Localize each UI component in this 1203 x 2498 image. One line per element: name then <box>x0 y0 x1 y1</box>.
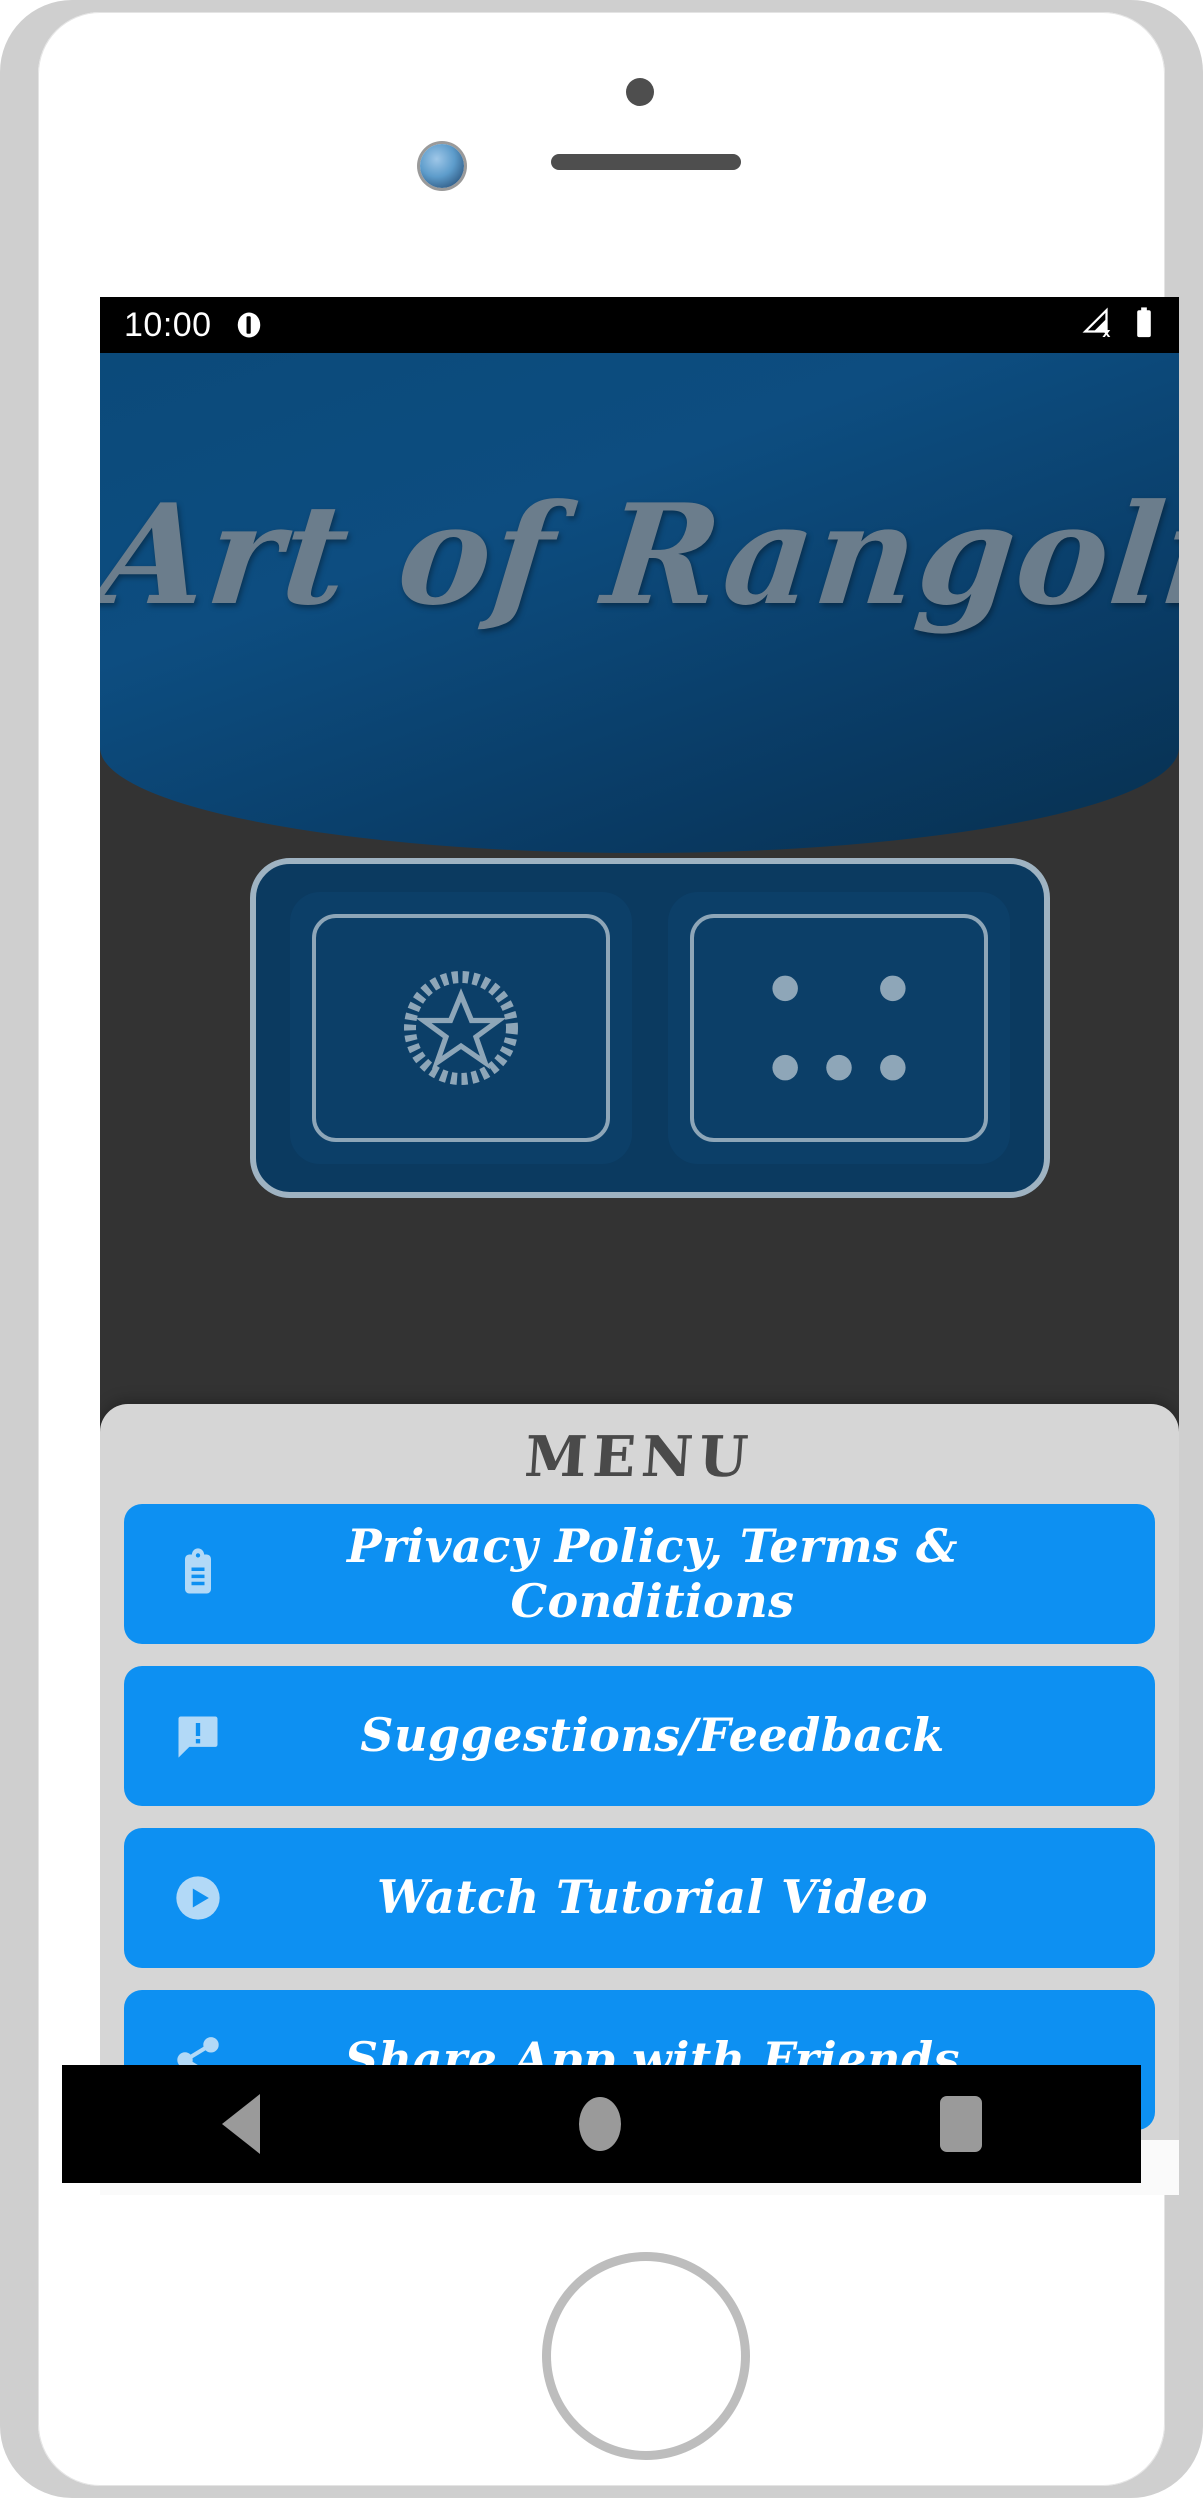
menu-item-label: Watch Tutorial Video <box>376 1870 929 1925</box>
menu-heading: MENU <box>522 1424 756 1490</box>
dot-grid-icon <box>690 914 988 1142</box>
menu-item-watch-tutorial-video[interactable]: Watch Tutorial Video <box>124 1828 1155 1968</box>
earpiece-speaker-grille <box>551 154 741 170</box>
clipboard-icon <box>150 1548 246 1600</box>
front-camera-lens <box>420 144 464 188</box>
rangoli-tile-row <box>250 858 1050 1198</box>
play-circle-icon <box>150 1872 246 1924</box>
proximity-sensor-dot <box>626 78 654 106</box>
rangoli-tile-dots[interactable] <box>668 892 1010 1164</box>
nav-home-button[interactable] <box>578 2097 621 2151</box>
app-title: Art of Rangoli <box>100 473 1179 636</box>
triangle-back-icon <box>221 2094 260 2154</box>
phone-screen: 10:00 x Art of Rangoli MENU Privacy Poli… <box>100 297 1179 2195</box>
rangoli-tile-star[interactable] <box>290 892 632 1164</box>
app-notification-icon <box>234 310 264 340</box>
menu-item-label: Privacy Policy, Terms & Conditions <box>346 1518 958 1628</box>
square-recents-icon <box>939 2096 982 2152</box>
status-bar-icons: x <box>1081 306 1155 344</box>
menu-item-suggestions-feedback[interactable]: Suggestions/Feedback <box>124 1666 1155 1806</box>
status-bar-clock: 10:00 <box>124 305 212 344</box>
home-button[interactable] <box>542 2252 750 2460</box>
nav-recents-button[interactable] <box>939 2096 982 2152</box>
app-header-banner: Art of Rangoli <box>100 353 1179 853</box>
status-bar: 10:00 x <box>100 297 1179 353</box>
android-nav-bar <box>62 2065 1141 2183</box>
starburst-star-icon <box>312 914 610 1142</box>
feedback-icon <box>150 1710 246 1762</box>
menu-item-label: Suggestions/Feedback <box>360 1708 945 1763</box>
battery-full-icon <box>1133 306 1155 344</box>
signal-no-service-icon: x <box>1081 306 1115 344</box>
nav-back-button[interactable] <box>221 2094 260 2154</box>
menu-item-privacy-policy[interactable]: Privacy Policy, Terms & Conditions <box>124 1504 1155 1644</box>
circle-home-icon <box>578 2097 621 2151</box>
svg-text:x: x <box>1102 326 1111 340</box>
